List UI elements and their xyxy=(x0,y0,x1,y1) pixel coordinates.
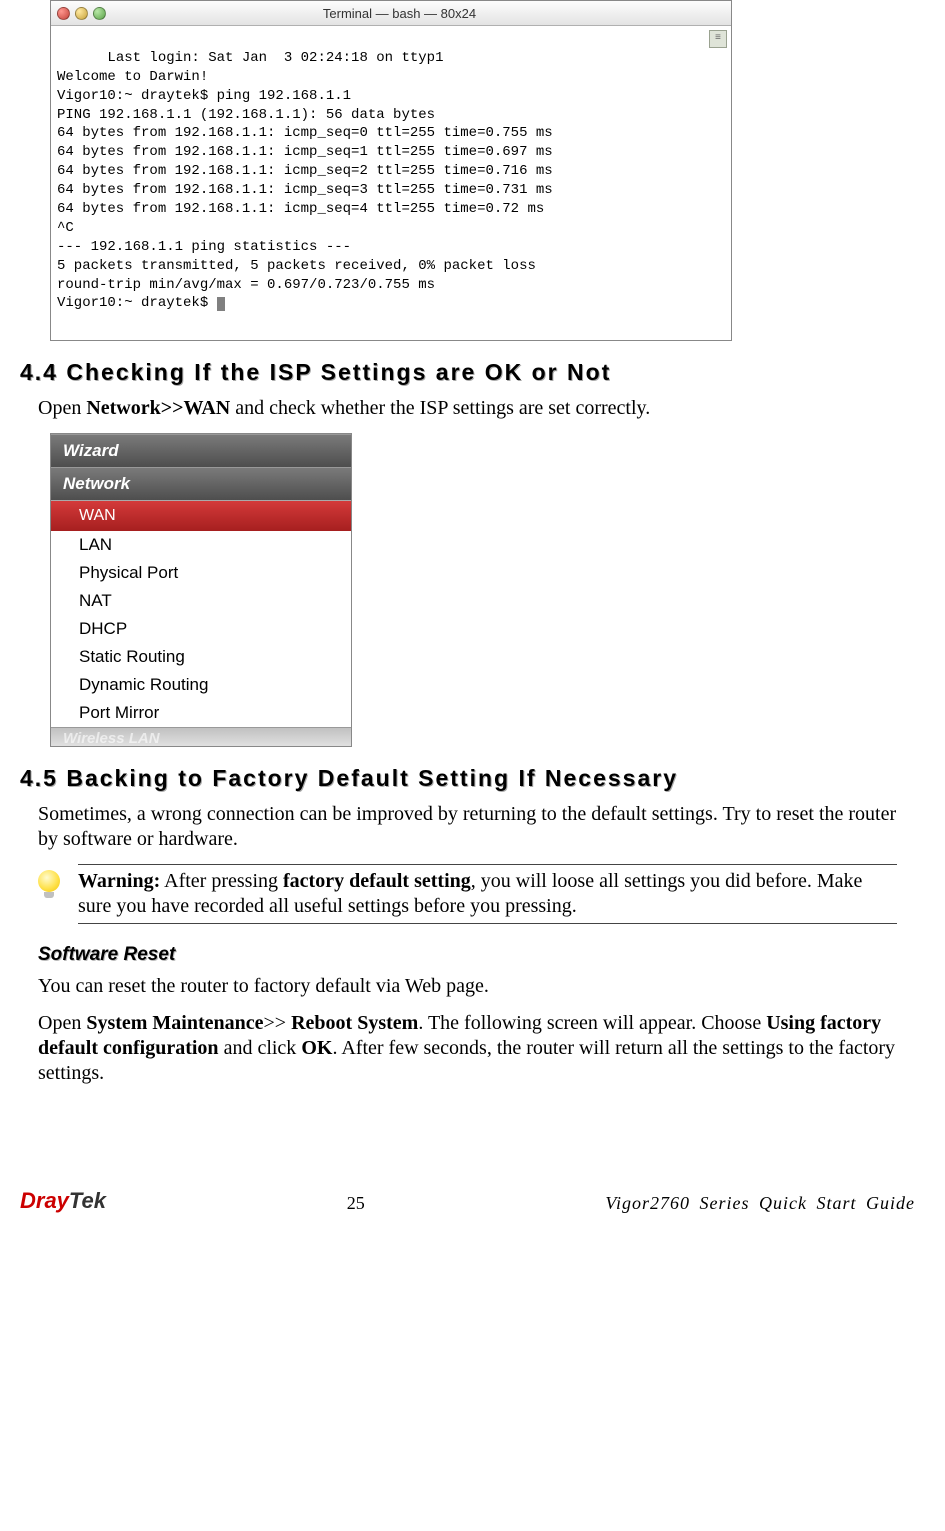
nav-item-wan[interactable]: WAN xyxy=(51,501,351,531)
window-controls[interactable] xyxy=(57,7,106,20)
nav-item-static-routing[interactable]: Static Routing xyxy=(51,643,351,671)
guide-title: Vigor2760 Series Quick Start Guide xyxy=(605,1193,915,1214)
terminal-window: Terminal — bash — 80x24 ≡Last login: Sat… xyxy=(50,0,732,341)
nav-item-lan[interactable]: LAN xyxy=(51,531,351,559)
warning-text: Warning: After pressing factory default … xyxy=(78,864,897,924)
nav-item-dhcp[interactable]: DHCP xyxy=(51,615,351,643)
page-number: 25 xyxy=(347,1193,365,1214)
nav-category-wizard[interactable]: Wizard xyxy=(51,434,351,467)
nav-item-nat[interactable]: NAT xyxy=(51,587,351,615)
para-software-reset-2: Open System Maintenance>> Reboot System.… xyxy=(38,1011,897,1086)
zoom-icon[interactable] xyxy=(93,7,106,20)
scroll-icon: ≡ xyxy=(709,30,727,48)
nav-item-dynamic-routing[interactable]: Dynamic Routing xyxy=(51,671,351,699)
heading-4-4: 4.4 Checking If the ISP Settings are OK … xyxy=(20,359,915,386)
lightbulb-icon xyxy=(38,870,60,892)
nav-category-network[interactable]: Network xyxy=(51,467,351,500)
page-footer: DrayTek 25 Vigor2760 Series Quick Start … xyxy=(0,1118,945,1214)
cursor-icon xyxy=(217,297,225,311)
minimize-icon[interactable] xyxy=(75,7,88,20)
logo: DrayTek xyxy=(20,1188,106,1214)
terminal-output: ≡Last login: Sat Jan 3 02:24:18 on ttyp1… xyxy=(51,26,731,340)
close-icon[interactable] xyxy=(57,7,70,20)
terminal-titlebar: Terminal — bash — 80x24 xyxy=(51,1,731,26)
nav-menu: Wizard Network WAN LAN Physical Port NAT… xyxy=(50,433,352,747)
heading-4-5: 4.5 Backing to Factory Default Setting I… xyxy=(20,765,915,792)
heading-software-reset: Software Reset xyxy=(38,944,915,966)
para-4-5: Sometimes, a wrong connection can be imp… xyxy=(38,802,897,852)
warning-box: Warning: After pressing factory default … xyxy=(38,864,897,924)
nav-item-physical-port[interactable]: Physical Port xyxy=(51,559,351,587)
terminal-title: Terminal — bash — 80x24 xyxy=(114,6,685,21)
nav-item-port-mirror[interactable]: Port Mirror xyxy=(51,699,351,727)
nav-category-wireless-faded: Wireless LAN xyxy=(51,727,351,746)
para-4-4: Open Network>>WAN and check whether the … xyxy=(38,396,897,421)
para-software-reset-1: You can reset the router to factory defa… xyxy=(38,974,897,999)
